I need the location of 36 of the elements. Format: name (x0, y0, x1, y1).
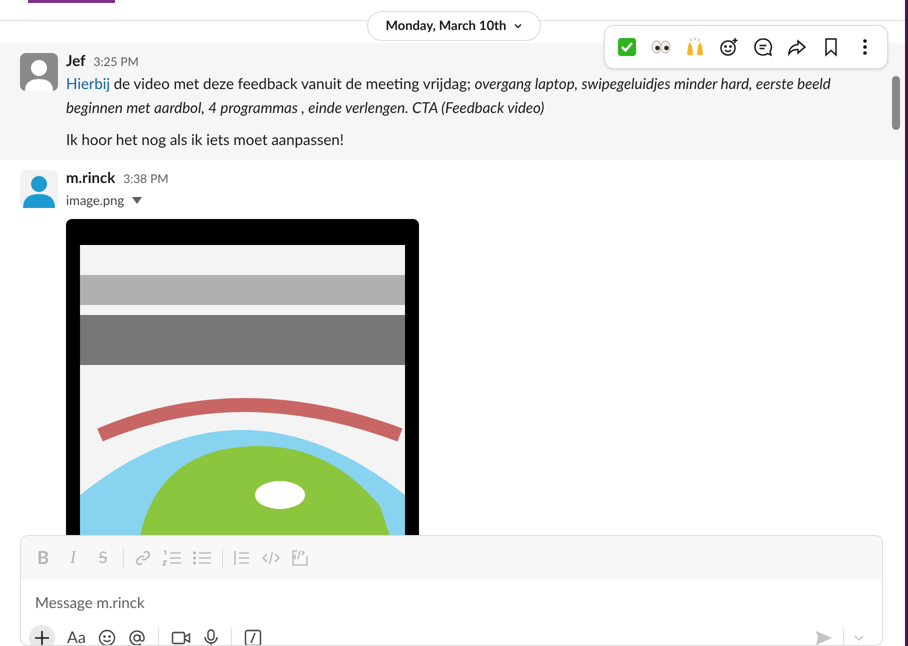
speech-bubble-icon (753, 37, 773, 57)
formatting-button[interactable]: Aa (67, 626, 86, 645)
message-input[interactable]: Message m.rinck (35, 592, 868, 614)
numbered-list-icon (162, 548, 182, 566)
date-divider-button[interactable]: Monday, March 10th (366, 11, 542, 41)
link-icon (134, 548, 152, 566)
share-arrow-icon (787, 37, 807, 57)
more-icon (862, 37, 868, 57)
caret-icon[interactable] (132, 197, 142, 204)
add-reaction-icon (719, 37, 739, 57)
timestamp[interactable]: 3:25 PM (93, 52, 139, 72)
message-text: Ik hoor het nog als ik iets moet aanpassen! (66, 130, 345, 151)
slash-command-icon[interactable] (244, 629, 262, 645)
avatar-silhouette[interactable] (20, 53, 58, 91)
author-name[interactable]: m.rinck (66, 168, 116, 188)
message-text: Hierbij de video met deze feedback vanuit de meeting vrijdag; overgang laptop, swipegeluidjes minder hard, eerste beeld beginnen met aardbol, 4 programmas , einde verlengen. CTA (Feedback video) (66, 74, 832, 119)
code-block-icon (291, 548, 309, 566)
scrollbar-thumb[interactable] (892, 76, 900, 130)
author-name[interactable]: Jef (66, 51, 86, 71)
image-attachment[interactable] (66, 218, 419, 536)
bulleted-list-icon (192, 548, 212, 566)
add-icon[interactable] (29, 625, 55, 645)
bookmark-icon (823, 37, 839, 57)
blockquote-icon (233, 548, 251, 566)
mention-icon[interactable] (128, 629, 146, 645)
emoji-icon[interactable] (98, 629, 116, 645)
avatar-silhouette[interactable] (20, 170, 58, 208)
microphone-icon[interactable] (202, 629, 219, 645)
file-name[interactable]: image.png (66, 191, 124, 210)
timestamp[interactable]: 3:38 PM (123, 169, 169, 189)
eyes-icon (651, 40, 671, 54)
raised-hands-icon (685, 37, 705, 57)
check-mark-icon (617, 37, 637, 57)
chevron-down-icon (514, 23, 522, 29)
message-link[interactable]: Hierbij (66, 75, 110, 93)
video-camera-icon[interactable] (170, 629, 191, 645)
